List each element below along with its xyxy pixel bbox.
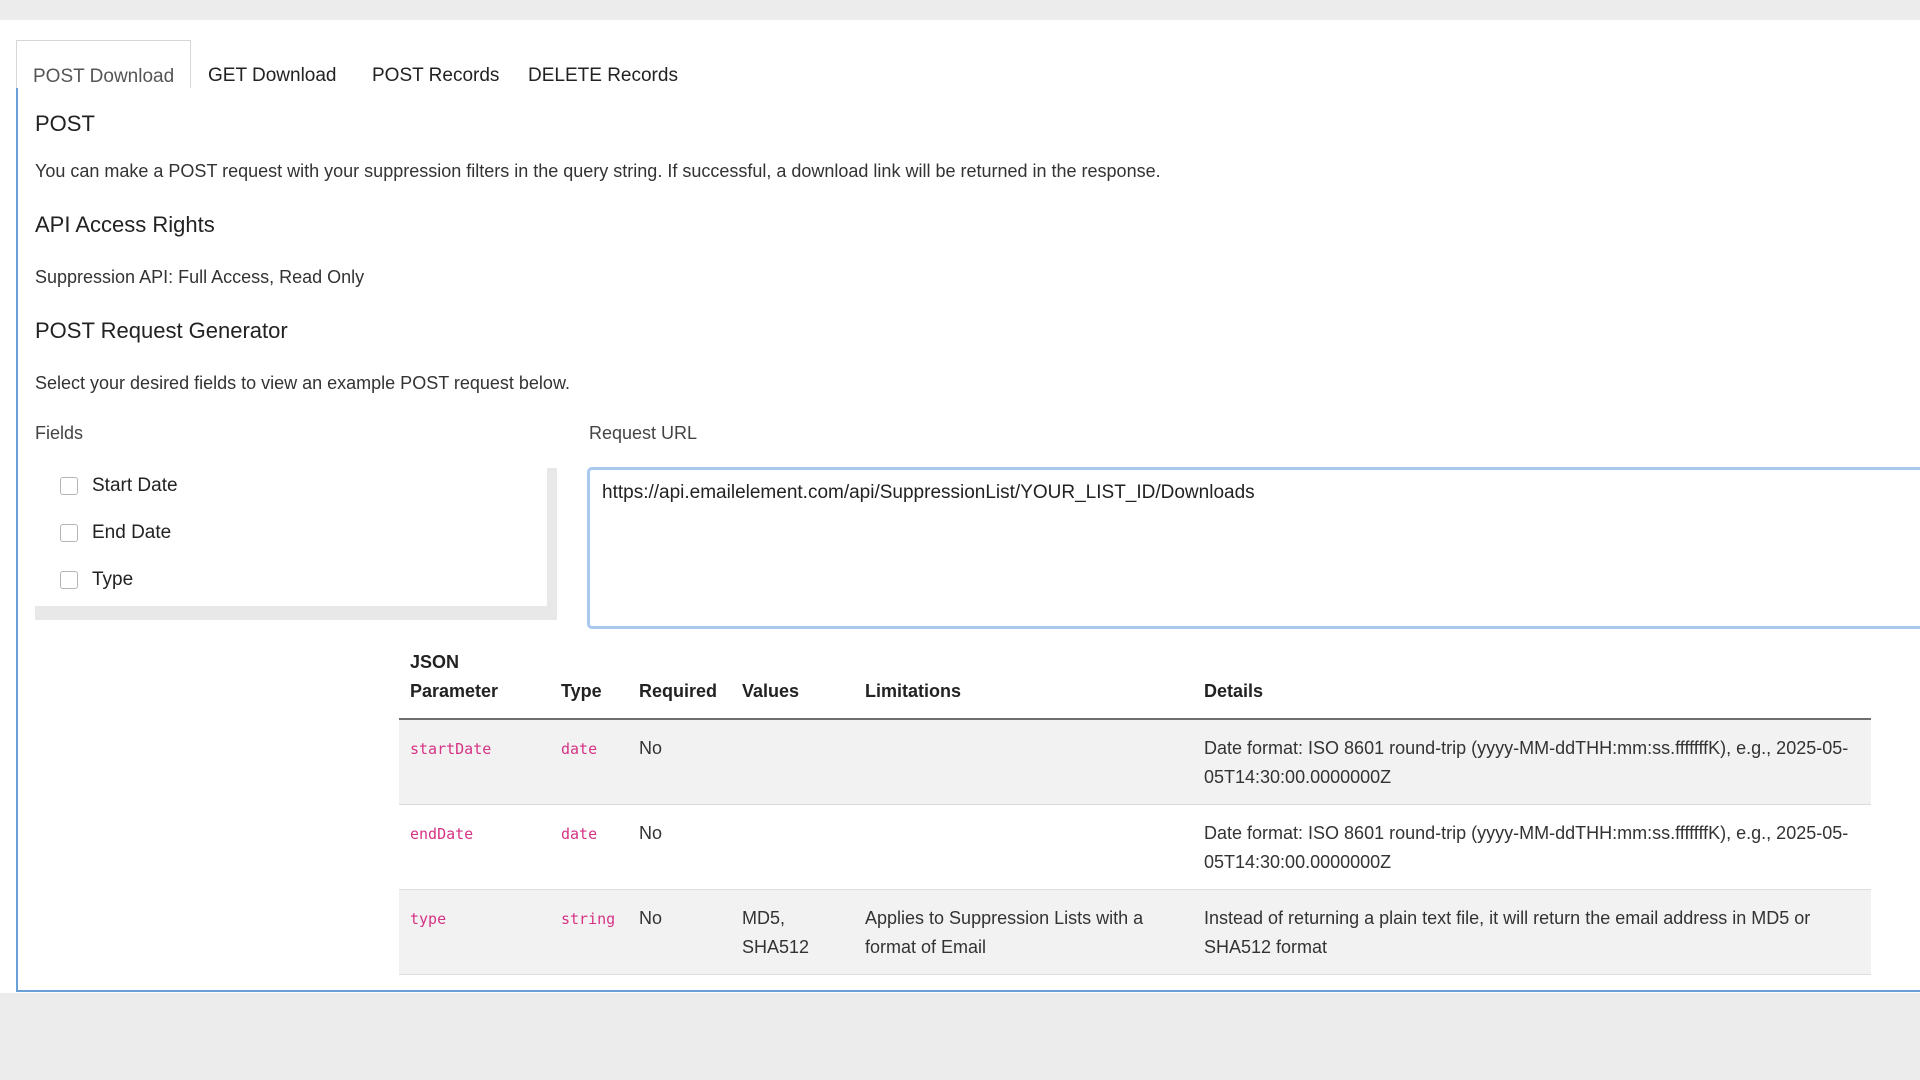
tab-panel: POST You can make a POST request with yo… bbox=[16, 88, 1920, 992]
param-cell: endDate bbox=[399, 804, 550, 890]
required-cell: No bbox=[628, 889, 731, 975]
header-values: Values bbox=[731, 638, 854, 720]
limitations-cell: Applies to Suppression Lists with a form… bbox=[854, 889, 1193, 975]
type-checkbox[interactable] bbox=[60, 571, 78, 589]
start-date-label: Start Date bbox=[92, 475, 178, 496]
request-url-textarea[interactable]: https://api.emailelement.com/api/Suppres… bbox=[587, 467, 1920, 629]
param-cell: type bbox=[399, 889, 550, 975]
table-row: startDate date No Date format: ISO 8601 … bbox=[399, 719, 1871, 805]
header-type: Type bbox=[550, 638, 628, 720]
field-start-date[interactable]: Start Date bbox=[60, 472, 178, 500]
post-heading: POST bbox=[35, 111, 95, 136]
param-cell: startDate bbox=[399, 719, 550, 805]
required-cell: No bbox=[628, 719, 731, 805]
end-date-checkbox[interactable] bbox=[60, 524, 78, 542]
parameters-table: JSON Parameter Type Required Values Limit… bbox=[399, 638, 1871, 975]
type-label: Type bbox=[92, 569, 134, 590]
access-heading: API Access Rights bbox=[35, 212, 215, 237]
type-cell: date bbox=[550, 804, 628, 890]
generator-heading: POST Request Generator bbox=[35, 318, 288, 343]
end-date-label: End Date bbox=[92, 522, 172, 543]
generator-text: Select your desired fields to view an ex… bbox=[35, 373, 570, 393]
request-url-label: Request URL bbox=[589, 423, 698, 443]
post-description: You can make a POST request with your su… bbox=[35, 161, 1161, 181]
header-json-parameter: JSON Parameter bbox=[399, 638, 550, 720]
values-cell bbox=[731, 804, 854, 890]
details-cell: Instead of returning a plain text file, … bbox=[1193, 889, 1871, 975]
fields-label: Fields bbox=[35, 423, 84, 443]
table-header-row: JSON Parameter Type Required Values Limit… bbox=[399, 638, 1871, 720]
details-cell: Date format: ISO 8601 round-trip (yyyy-M… bbox=[1193, 719, 1871, 805]
values-cell bbox=[731, 719, 854, 805]
details-cell: Date format: ISO 8601 round-trip (yyyy-M… bbox=[1193, 804, 1871, 890]
type-cell: date bbox=[550, 719, 628, 805]
required-cell: No bbox=[628, 804, 731, 890]
limitations-cell bbox=[854, 719, 1193, 805]
values-cell: MD5, SHA512 bbox=[731, 889, 854, 975]
header-details: Details bbox=[1193, 638, 1871, 720]
table-row: type string No MD5, SHA512 Applies to Su… bbox=[399, 889, 1871, 975]
access-text: Suppression API: Full Access, Read Only bbox=[35, 267, 365, 287]
table-row: endDate date No Date format: ISO 8601 ro… bbox=[399, 804, 1871, 890]
field-type[interactable]: Type bbox=[60, 566, 133, 594]
limitations-cell bbox=[854, 804, 1193, 890]
type-cell: string bbox=[550, 889, 628, 975]
header-required: Required bbox=[628, 638, 731, 720]
start-date-checkbox[interactable] bbox=[60, 477, 78, 495]
field-end-date[interactable]: End Date bbox=[60, 519, 171, 547]
header-limitations: Limitations bbox=[854, 638, 1193, 720]
